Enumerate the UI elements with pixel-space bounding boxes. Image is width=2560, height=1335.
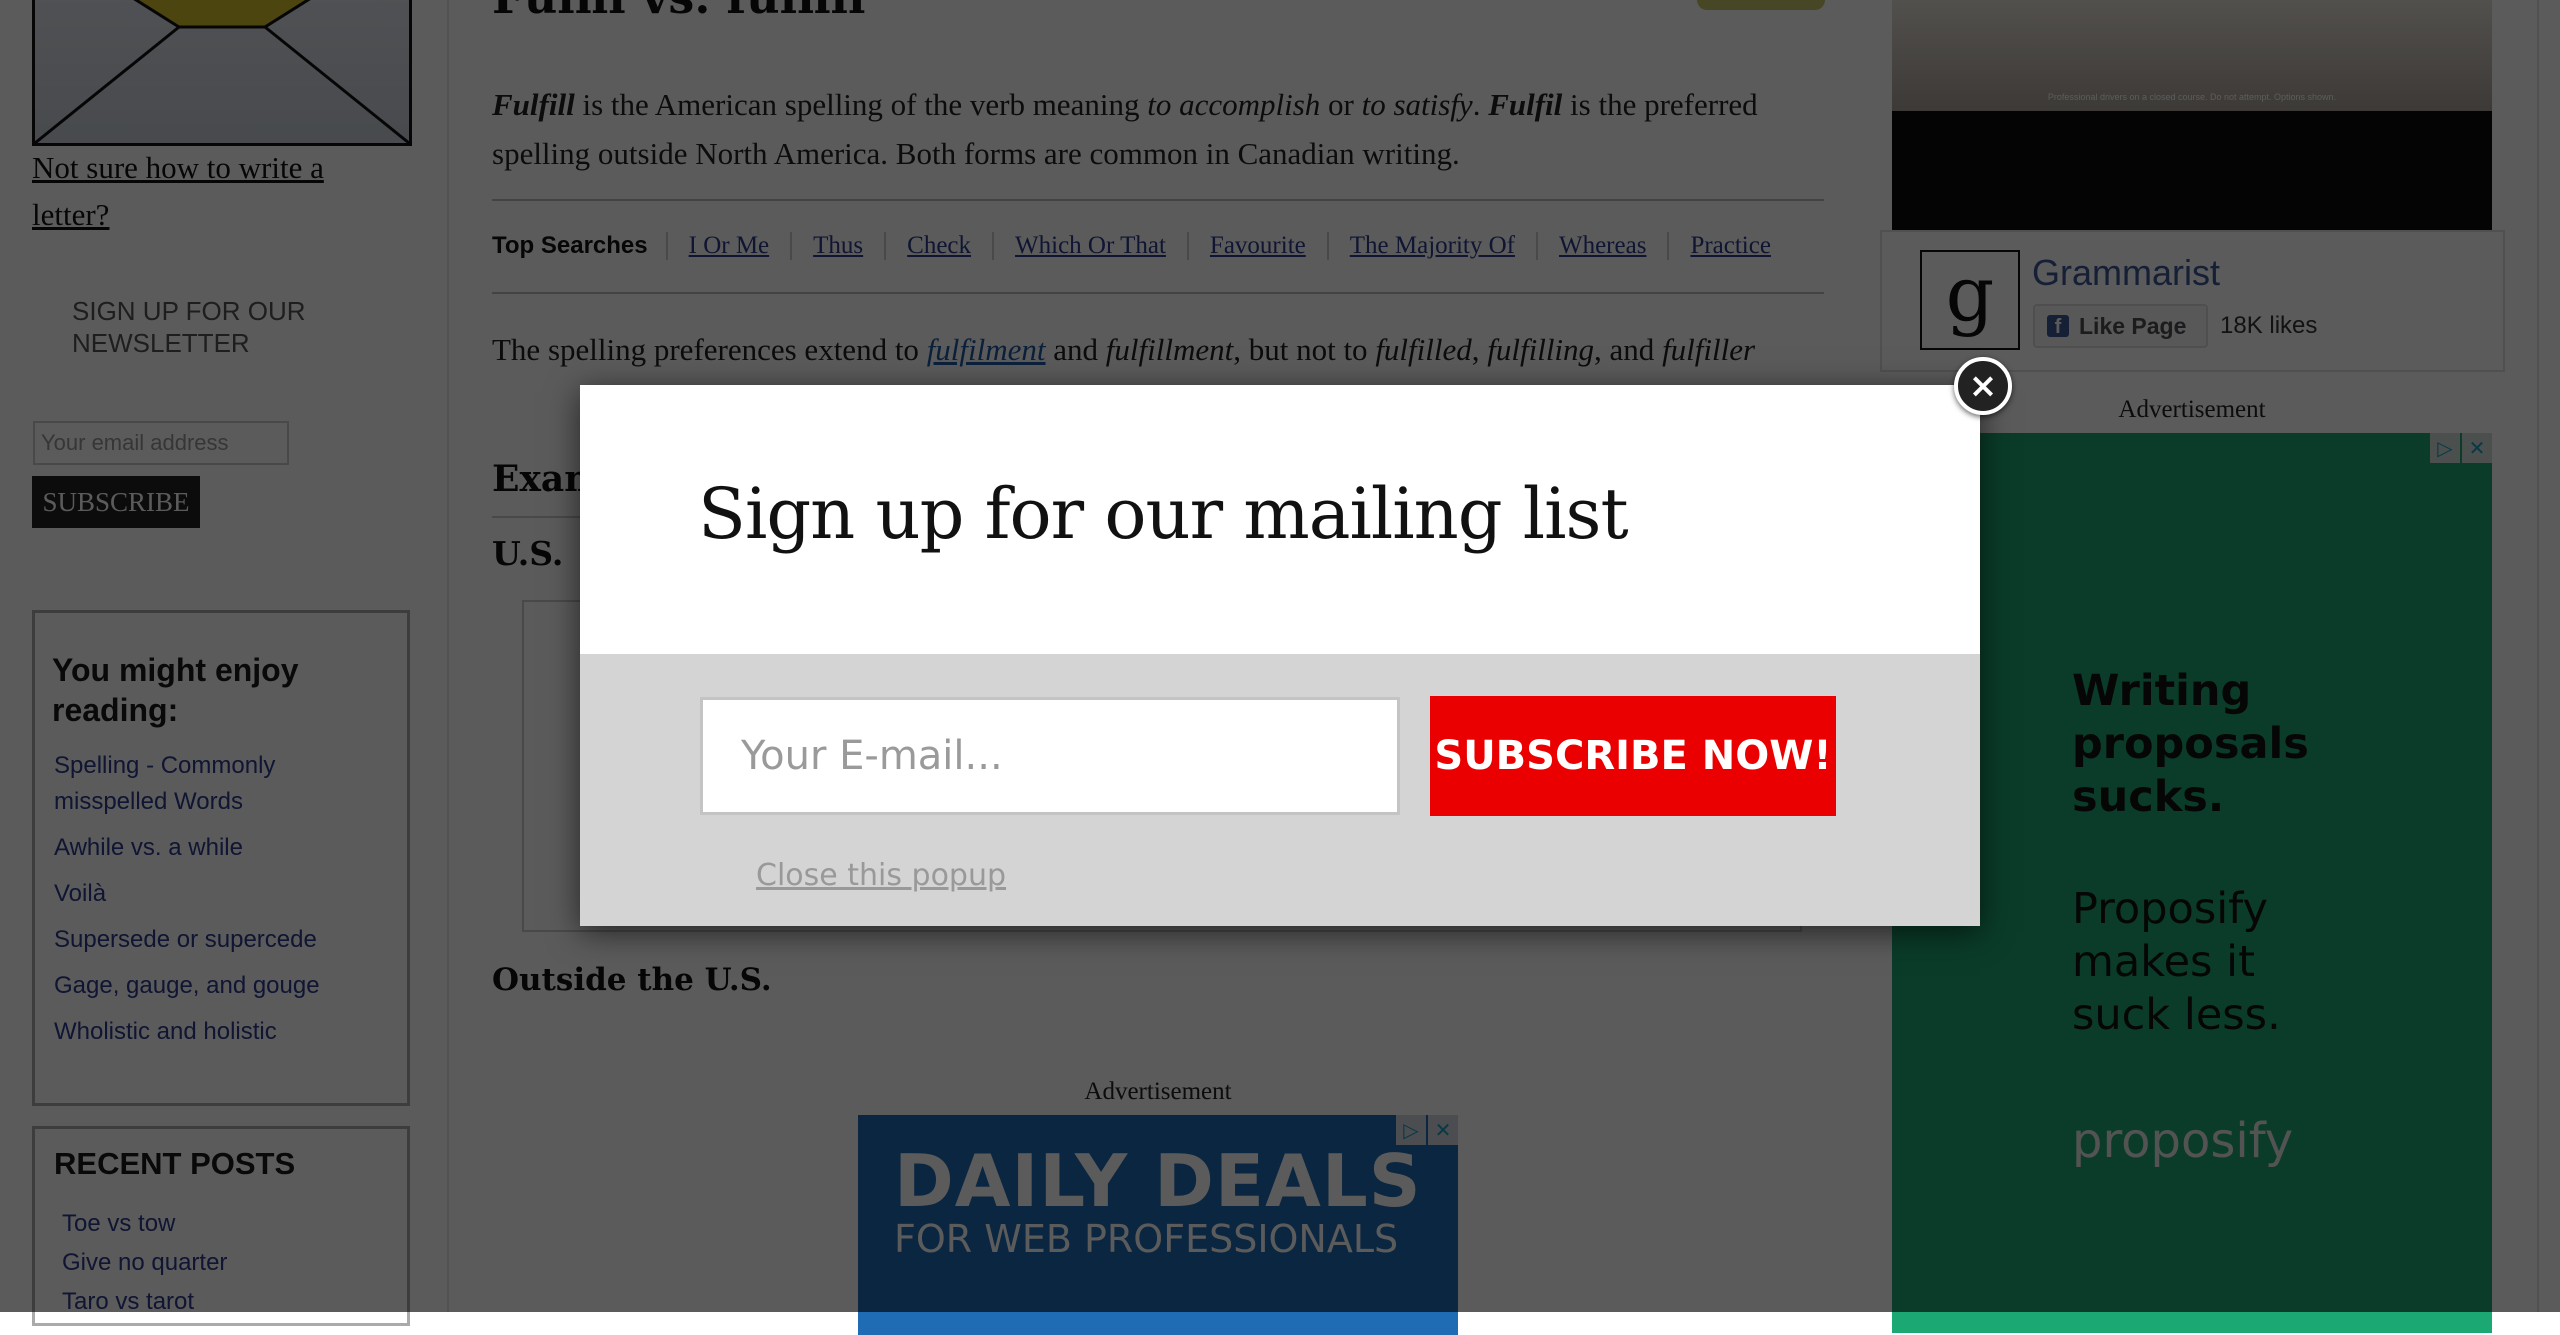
- close-popup-link[interactable]: Close this popup: [756, 858, 1006, 893]
- close-icon[interactable]: ×: [1954, 357, 2012, 415]
- mailing-list-popup: Sign up for our mailing list Your E-mail…: [580, 385, 1980, 926]
- popup-form: Your E-mail... SUBSCRIBE NOW! Close this…: [580, 654, 1980, 926]
- popup-title: Sign up for our mailing list: [698, 473, 1629, 555]
- popup-subscribe-button[interactable]: SUBSCRIBE NOW!: [1430, 696, 1836, 816]
- popup-email-input[interactable]: Your E-mail...: [700, 697, 1400, 815]
- popup-header: Sign up for our mailing list: [580, 385, 1980, 654]
